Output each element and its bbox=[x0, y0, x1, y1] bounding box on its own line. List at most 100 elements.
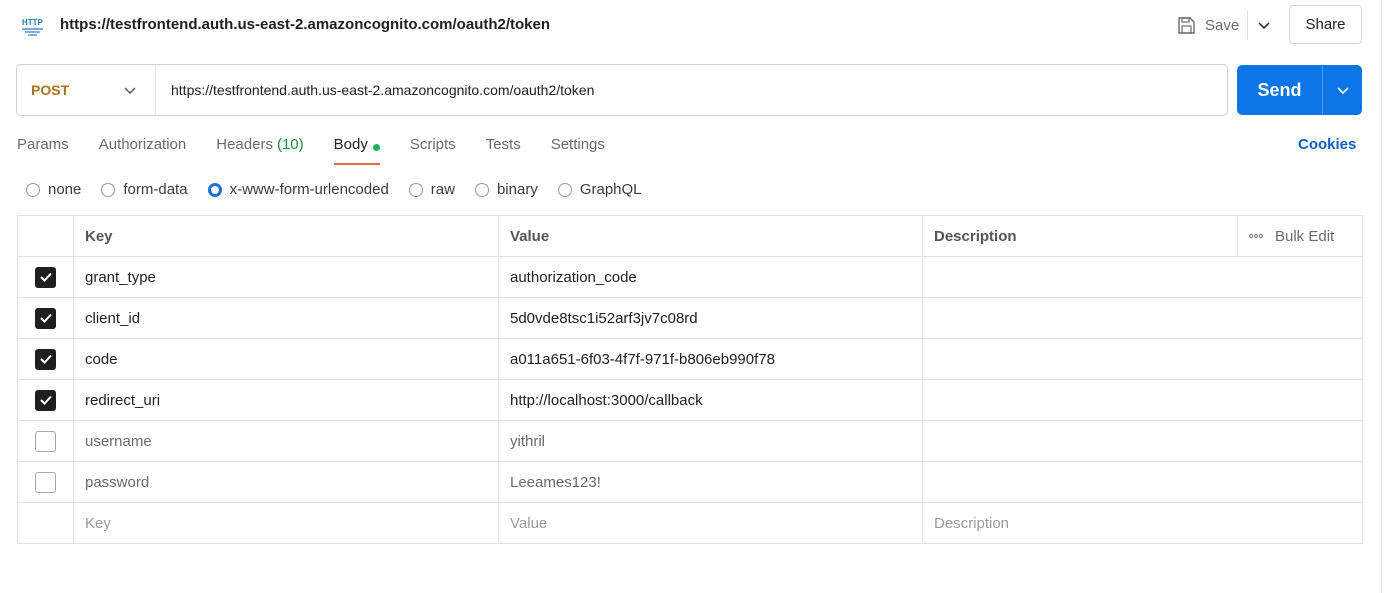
chevron-down-icon bbox=[1336, 87, 1349, 95]
body-type-form-data[interactable]: form-data bbox=[101, 181, 188, 198]
new-key-input[interactable]: Key bbox=[73, 502, 499, 544]
radio-button bbox=[408, 182, 423, 197]
save-label: Save bbox=[1205, 16, 1240, 34]
new-value-input[interactable]: Value bbox=[498, 502, 923, 544]
value-cell[interactable]: 5d0vde8tsc1i52arf3jv7c08rd bbox=[498, 297, 923, 339]
description-cell[interactable] bbox=[922, 338, 1363, 380]
tab-label: Authorization bbox=[98, 136, 187, 153]
share-button[interactable]: Share bbox=[1289, 5, 1362, 44]
url-input[interactable] bbox=[156, 65, 1227, 115]
tab-label: Body bbox=[333, 136, 368, 153]
row-checkbox-cell bbox=[17, 256, 74, 298]
value-cell[interactable]: a011a651-6f03-4f7f-971f-b806eb990f78 bbox=[498, 338, 923, 380]
send-button-group: Send bbox=[1237, 65, 1362, 115]
url-bar: POST bbox=[16, 64, 1228, 116]
save-divider bbox=[1247, 10, 1248, 40]
request-title[interactable]: https://testfrontend.auth.us-east-2.amaz… bbox=[60, 16, 550, 33]
checkbox-checked[interactable] bbox=[35, 266, 56, 288]
checkbox-unchecked[interactable] bbox=[35, 471, 56, 493]
body-type-selector: none form-data x-www-form-urlencoded raw… bbox=[26, 181, 662, 198]
bulk-edit-button[interactable]: Bulk Edit bbox=[1249, 228, 1362, 245]
checkbox-checked[interactable] bbox=[35, 389, 56, 411]
request-header: HTTP https://testfrontend.auth.us-east-2… bbox=[0, 0, 1382, 50]
value-cell[interactable]: yithril bbox=[498, 420, 923, 462]
scrollbar-gutter bbox=[1381, 0, 1382, 593]
tab-headers[interactable]: Headers (10) bbox=[216, 134, 303, 165]
description-cell[interactable] bbox=[922, 379, 1363, 421]
body-type-graphql[interactable]: GraphQL bbox=[557, 181, 642, 198]
value-cell[interactable]: authorization_code bbox=[498, 256, 923, 298]
key-cell[interactable]: code bbox=[73, 338, 499, 380]
body-type-none[interactable]: none bbox=[26, 181, 81, 198]
row-checkbox-cell bbox=[17, 502, 74, 544]
key-cell[interactable]: grant_type bbox=[73, 256, 499, 298]
table-row: password Leeames123! bbox=[17, 461, 1363, 503]
checkbox-unchecked[interactable] bbox=[35, 430, 56, 452]
description-cell[interactable] bbox=[922, 256, 1363, 298]
description-cell[interactable] bbox=[922, 297, 1363, 339]
radio-label: none bbox=[48, 181, 82, 198]
body-type-raw[interactable]: raw bbox=[408, 181, 455, 198]
select-column-header bbox=[17, 215, 74, 257]
key-column-header: Key bbox=[73, 215, 499, 257]
radio-button-selected bbox=[207, 182, 222, 197]
row-checkbox-cell bbox=[17, 461, 74, 503]
radio-label: GraphQL bbox=[579, 181, 642, 198]
http-icon: HTTP bbox=[22, 18, 44, 36]
table-row: code a011a651-6f03-4f7f-971f-b806eb990f7… bbox=[17, 338, 1363, 380]
request-tabs: Params Authorization Headers (10) Body Sc… bbox=[17, 134, 635, 166]
radio-button bbox=[474, 182, 489, 197]
radio-label: binary bbox=[496, 181, 538, 198]
tab-tests[interactable]: Tests bbox=[486, 134, 521, 165]
new-description-input[interactable]: Description bbox=[922, 502, 1363, 544]
check-icon bbox=[39, 395, 52, 405]
key-cell[interactable]: redirect_uri bbox=[73, 379, 499, 421]
body-type-urlencoded[interactable]: x-www-form-urlencoded bbox=[207, 181, 389, 198]
tab-settings[interactable]: Settings bbox=[551, 134, 605, 165]
tab-scripts[interactable]: Scripts bbox=[410, 134, 456, 165]
key-cell[interactable]: username bbox=[73, 420, 499, 462]
tab-label: Params bbox=[17, 136, 69, 153]
tab-authorization[interactable]: Authorization bbox=[99, 134, 187, 165]
tab-label: Tests bbox=[485, 136, 521, 153]
tab-label: Headers bbox=[216, 136, 273, 153]
headers-count: (10) bbox=[276, 136, 304, 153]
more-horizontal-icon bbox=[1249, 234, 1263, 238]
checkbox-checked[interactable] bbox=[35, 307, 56, 329]
value-column-header: Value bbox=[498, 215, 923, 257]
method-label: POST bbox=[31, 82, 70, 98]
value-cell[interactable]: Leeames123! bbox=[498, 461, 923, 503]
check-icon bbox=[39, 313, 52, 323]
description-cell[interactable] bbox=[922, 461, 1363, 503]
row-checkbox-cell bbox=[17, 338, 74, 380]
tab-params[interactable]: Params bbox=[17, 134, 69, 165]
new-param-row: Key Value Description bbox=[17, 502, 1363, 544]
tab-label: Scripts bbox=[409, 136, 456, 153]
value-cell[interactable]: http://localhost:3000/callback bbox=[498, 379, 923, 421]
check-icon bbox=[39, 272, 52, 282]
radio-label: raw bbox=[430, 181, 455, 198]
body-type-binary[interactable]: binary bbox=[474, 181, 538, 198]
table-row: username yithril bbox=[17, 420, 1363, 462]
save-button[interactable]: Save bbox=[1168, 6, 1248, 44]
form-params-table: Key Value Description Bulk Edit grant_ty… bbox=[17, 215, 1363, 544]
cookies-link[interactable]: Cookies bbox=[1298, 136, 1356, 153]
radio-label: form-data bbox=[123, 181, 188, 198]
description-cell[interactable] bbox=[922, 420, 1363, 462]
key-cell[interactable]: client_id bbox=[73, 297, 499, 339]
tab-body[interactable]: Body bbox=[333, 134, 381, 165]
row-checkbox-cell bbox=[17, 297, 74, 339]
tab-label: Settings bbox=[550, 136, 605, 153]
method-select[interactable]: POST bbox=[17, 65, 156, 115]
save-icon bbox=[1178, 16, 1195, 34]
description-column-header: Description bbox=[922, 215, 1238, 257]
radio-button bbox=[26, 182, 40, 197]
key-cell[interactable]: password bbox=[73, 461, 499, 503]
chevron-down-icon[interactable] bbox=[1254, 15, 1274, 35]
send-button[interactable]: Send bbox=[1237, 65, 1322, 115]
checkbox-checked[interactable] bbox=[35, 348, 56, 370]
table-header-row: Key Value Description Bulk Edit bbox=[17, 215, 1363, 257]
radio-label: x-www-form-urlencoded bbox=[229, 181, 389, 198]
send-options-button[interactable] bbox=[1323, 65, 1362, 115]
row-checkbox-cell bbox=[17, 420, 74, 462]
